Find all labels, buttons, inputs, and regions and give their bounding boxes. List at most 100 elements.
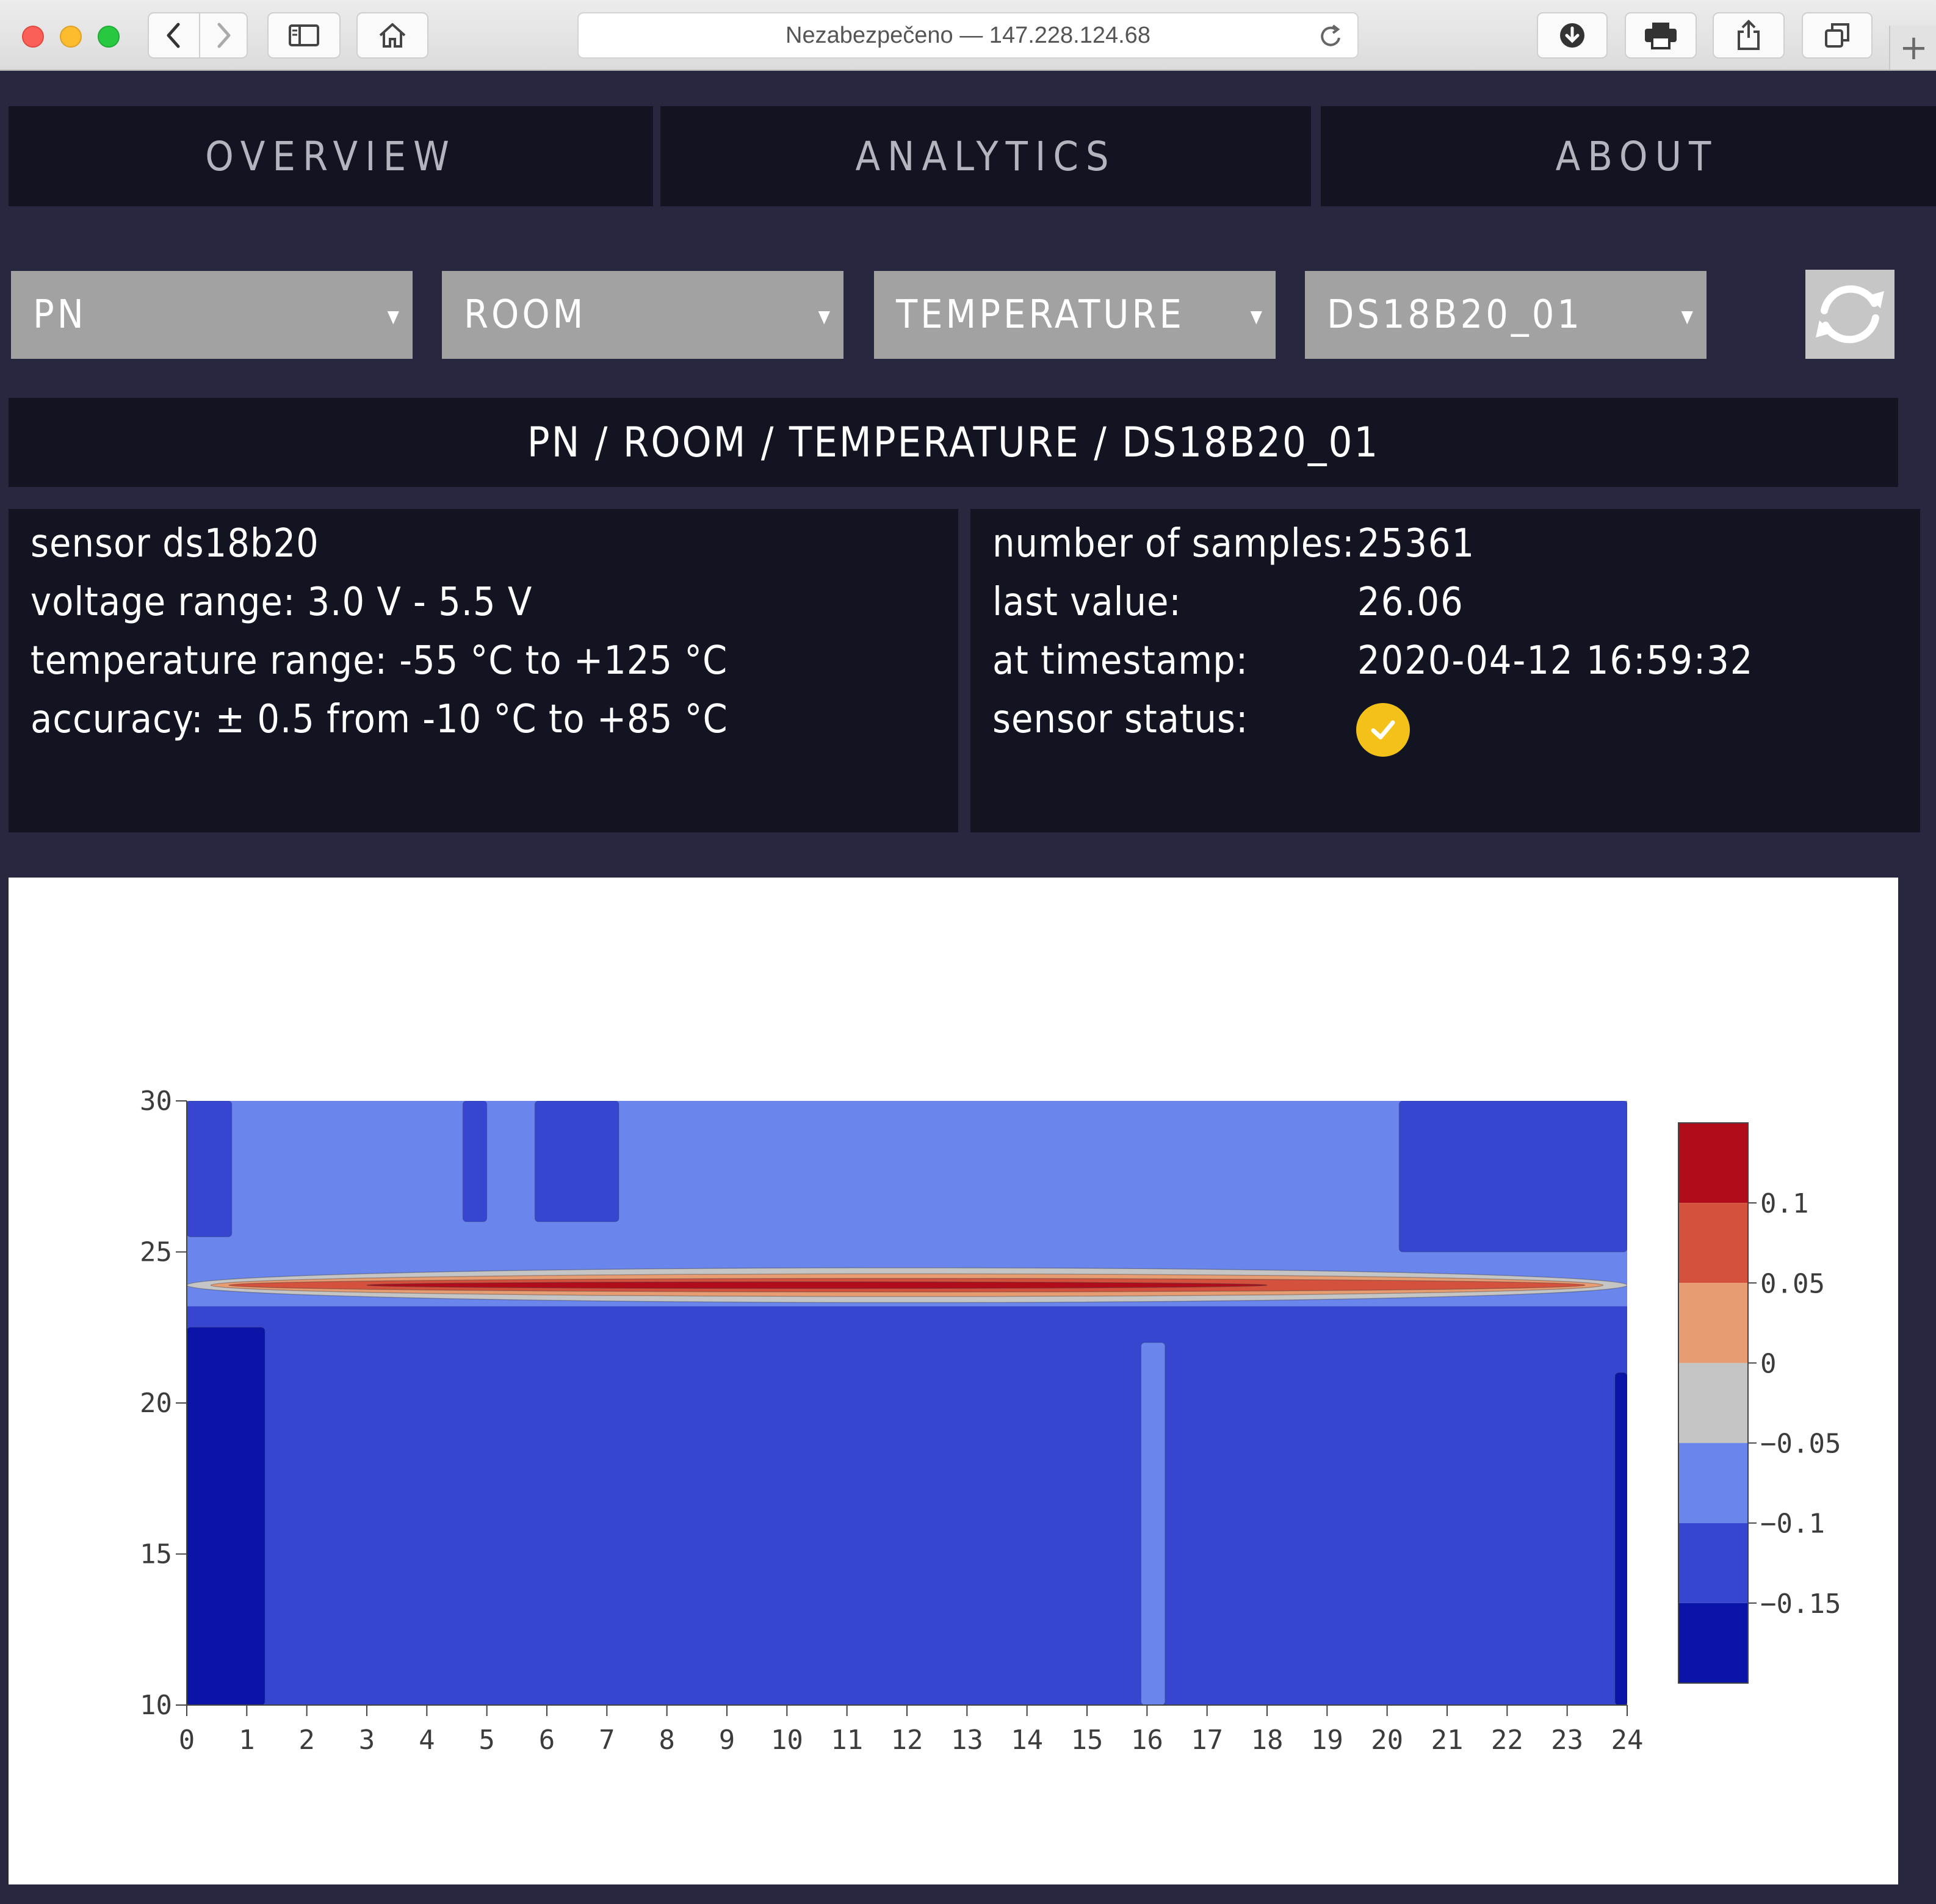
- y-tick-label: 10: [140, 1690, 172, 1721]
- contour-region-3: [187, 1101, 233, 1238]
- x-tick-label: 14: [1011, 1725, 1043, 1756]
- location-select-value: PN: [33, 292, 87, 337]
- breadcrumb: PN / ROOM / TEMPERATURE / DS18B20_01: [9, 398, 1898, 487]
- quantity-select[interactable]: TEMPERATURE ▼: [874, 271, 1276, 359]
- home-button[interactable]: [356, 12, 428, 59]
- colorbar-band-6: [1678, 1603, 1748, 1683]
- chevron-left-icon: [167, 23, 180, 48]
- chevron-down-icon: ▼: [1250, 306, 1262, 326]
- back-button[interactable]: [148, 12, 200, 59]
- sensor-info-panel: sensor ds18b20 voltage range: 3.0 V - 5.…: [9, 509, 958, 832]
- contour-region-1: [1614, 1372, 1627, 1705]
- y-tick-label: 15: [140, 1539, 172, 1570]
- samples-value: 25361: [1357, 521, 1476, 566]
- x-tick-label: 2: [298, 1725, 315, 1756]
- close-window-button[interactable]: [22, 26, 44, 48]
- colorbar-band-3: [1678, 1363, 1748, 1443]
- colorbar-band-2: [1678, 1283, 1748, 1363]
- x-tick-label: 0: [179, 1725, 195, 1756]
- location-select[interactable]: PN ▼: [11, 271, 413, 359]
- tabs-icon: [1825, 23, 1849, 48]
- x-tick-label: 20: [1371, 1725, 1403, 1756]
- x-tick-label: 6: [539, 1725, 555, 1756]
- refresh-button[interactable]: [1805, 270, 1894, 359]
- check-circle-icon: [1371, 720, 1395, 740]
- y-tick-label: 30: [140, 1086, 172, 1117]
- x-tick-label: 19: [1311, 1725, 1343, 1756]
- sidebar-toggle-button[interactable]: [267, 12, 341, 59]
- chevron-down-icon: ▼: [1681, 306, 1693, 326]
- colorbar-band-0: [1678, 1123, 1748, 1203]
- browser-toolbar: Nezabezpečeno — 147.228.124.68 +: [0, 0, 1936, 71]
- minimize-window-button[interactable]: [60, 26, 82, 48]
- x-tick-label: 17: [1191, 1725, 1223, 1756]
- temperature-range: temperature range: -55 °C to +125 °C: [31, 638, 728, 683]
- last-value-label: last value:: [992, 580, 1182, 625]
- share-button[interactable]: [1713, 12, 1785, 59]
- x-tick-label: 15: [1071, 1725, 1103, 1756]
- y-tick-label: 25: [140, 1237, 172, 1268]
- tabs-overview-button[interactable]: [1802, 12, 1873, 59]
- maximize-window-button[interactable]: [98, 26, 120, 48]
- colorbar-tick-label: 0: [1760, 1348, 1777, 1379]
- sidebar-icon: [289, 24, 319, 46]
- contour-region-0: [187, 1327, 265, 1705]
- print-button[interactable]: [1625, 12, 1697, 59]
- room-select-value: ROOM: [464, 292, 587, 337]
- sensor-stats-panel: number of samples: last value: at timest…: [970, 509, 1920, 832]
- status-badge: [1356, 703, 1410, 757]
- contour-region-2: [1141, 1342, 1166, 1705]
- accuracy: accuracy: ± 0.5 from -10 °C to +85 °C: [31, 697, 728, 742]
- refresh-icon: [1816, 285, 1884, 344]
- x-tick-label: 11: [831, 1725, 863, 1756]
- x-tick-label: 16: [1131, 1725, 1163, 1756]
- new-tab-button[interactable]: +: [1889, 26, 1936, 70]
- x-tick-label: 5: [479, 1725, 495, 1756]
- colorbar-tick-label: 0.05: [1760, 1268, 1825, 1299]
- contour-chart-svg: 0 1 2 3 4 5 6 7 8 9 10 11 12 13 14 15 16 17 18 19 20 21 22 23 24…: [140, 1086, 1841, 1756]
- contour-region-5: [534, 1101, 619, 1222]
- colorbar-band-4: [1678, 1443, 1748, 1523]
- home-icon: [379, 23, 406, 48]
- share-icon: [1738, 20, 1760, 50]
- samples-label: number of samples:: [992, 521, 1355, 566]
- reload-icon[interactable]: [1317, 23, 1344, 50]
- chevron-down-icon: ▼: [387, 306, 399, 326]
- download-icon: [1560, 23, 1584, 48]
- contour-chart[interactable]: 0 1 2 3 4 5 6 7 8 9 10 11 12 13 14 15 16 17 18 19 20 21 22 23 24…: [9, 878, 1898, 1884]
- downloads-button[interactable]: [1537, 12, 1608, 59]
- tab-analytics[interactable]: ANALYTICS: [660, 106, 1311, 206]
- quantity-select-value: TEMPERATURE: [896, 292, 1185, 337]
- printer-icon: [1645, 23, 1677, 49]
- x-tick-label: 10: [771, 1725, 803, 1756]
- timestamp-value: 2020-04-12 16:59:32: [1357, 638, 1754, 683]
- x-tick-label: 9: [719, 1725, 735, 1756]
- sensor-name: sensor ds18b20: [31, 521, 319, 566]
- chevron-right-icon: [217, 23, 231, 48]
- tab-overview[interactable]: OVERVIEW: [9, 106, 653, 206]
- x-tick-label: 18: [1251, 1725, 1284, 1756]
- tab-about[interactable]: ABOUT: [1321, 106, 1936, 206]
- contour-ridge-3: [366, 1281, 1268, 1289]
- colorbar-band-5: [1678, 1523, 1748, 1603]
- sensor-select[interactable]: DS18B20_01 ▼: [1305, 271, 1707, 359]
- room-select[interactable]: ROOM ▼: [442, 271, 843, 359]
- chevron-down-icon: ▼: [818, 306, 830, 326]
- y-tick-label: 20: [140, 1388, 172, 1419]
- colorbar-tick-label: −0.15: [1760, 1588, 1841, 1620]
- last-value: 26.06: [1357, 580, 1464, 625]
- x-tick-label: 4: [419, 1725, 435, 1756]
- colorbar-band-1: [1678, 1203, 1748, 1283]
- address-bar[interactable]: Nezabezpečeno — 147.228.124.68: [577, 12, 1359, 59]
- contour-region-6: [1398, 1101, 1627, 1252]
- url-text: Nezabezpečeno — 147.228.124.68: [786, 22, 1150, 48]
- colorbar-tick-label: −0.1: [1760, 1509, 1825, 1540]
- x-tick-label: 21: [1431, 1725, 1464, 1756]
- forward-button[interactable]: [199, 12, 248, 59]
- x-tick-label: 8: [659, 1725, 675, 1756]
- timestamp-label: at timestamp:: [992, 638, 1249, 683]
- x-tick-label: 24: [1611, 1725, 1644, 1756]
- status-label: sensor status:: [992, 697, 1249, 742]
- x-tick-label: 23: [1551, 1725, 1583, 1756]
- sensor-select-value: DS18B20_01: [1327, 292, 1583, 337]
